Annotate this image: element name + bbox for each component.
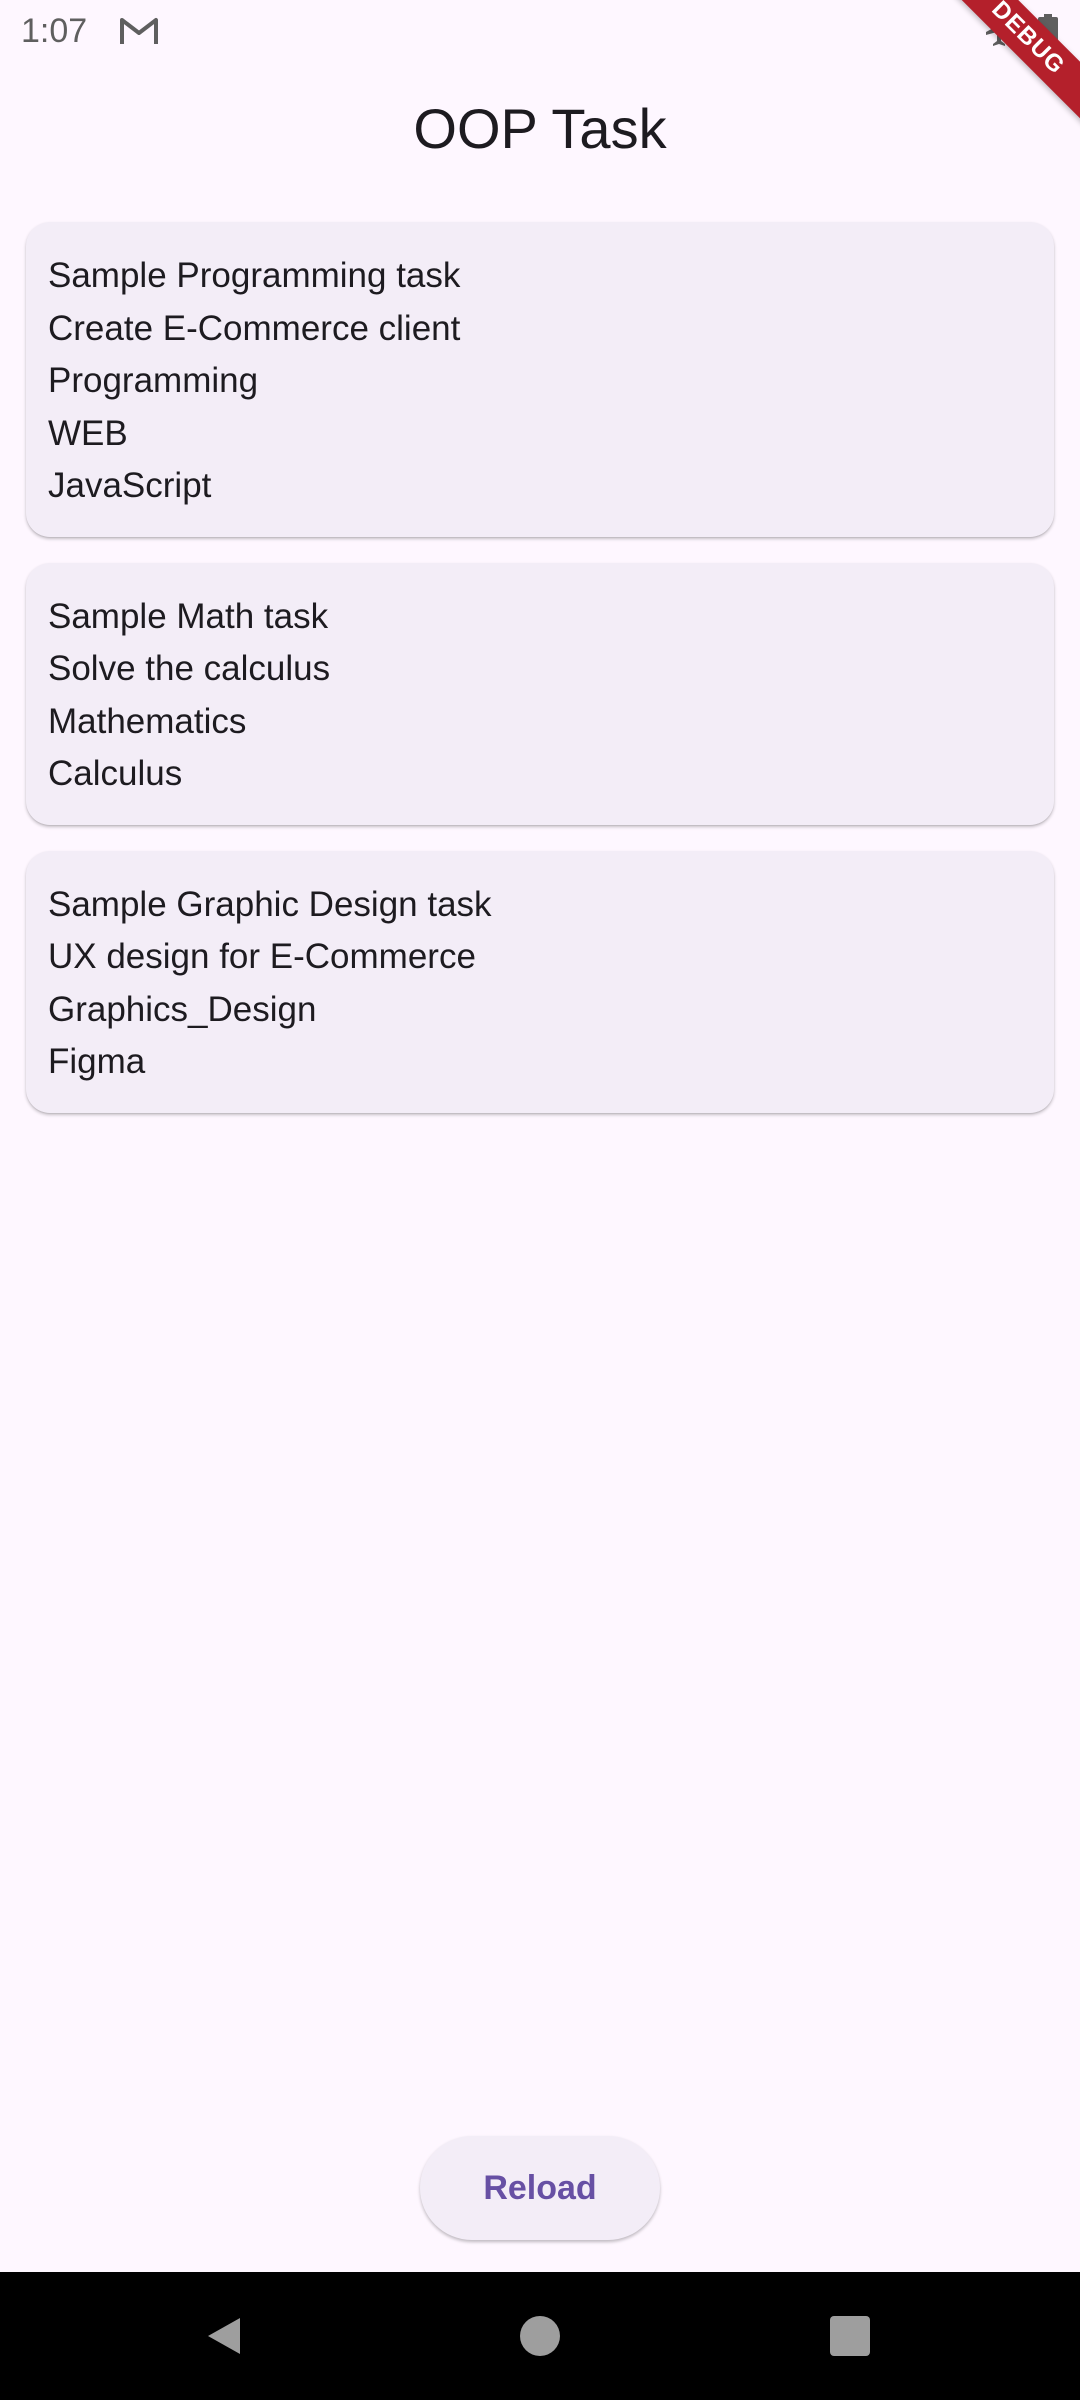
task-card[interactable]: Sample Programming task Create E-Commerc… [26, 222, 1054, 537]
back-icon[interactable] [202, 2314, 246, 2358]
navigation-bar [0, 2272, 1080, 2400]
task-category: Mathematics [48, 701, 247, 741]
task-category: Programming [48, 361, 259, 400]
task-category: Graphics_Design [48, 989, 317, 1029]
task-subcategory: Calculus [48, 754, 183, 793]
task-description: Solve the calculus [48, 649, 331, 688]
status-bar: 1:07 [0, 0, 1080, 62]
home-icon[interactable] [520, 2316, 560, 2356]
task-title: Sample Programming task [48, 256, 461, 295]
task-card[interactable]: Sample Graphic Design task UX design for… [26, 850, 1054, 1113]
status-time: 1:07 [21, 12, 88, 50]
task-title: Sample Graphic Design task [48, 884, 492, 924]
recents-icon[interactable] [830, 2316, 870, 2356]
page-title: OOP Task [413, 97, 667, 160]
gmail-icon [120, 18, 158, 44]
task-description: UX design for E-Commerce [48, 937, 476, 976]
task-title: Sample Math task [48, 596, 329, 636]
task-description: Create E-Commerce client [48, 308, 461, 348]
task-list: Sample Programming task Create E-Commerc… [26, 222, 1054, 1139]
task-subcategory: WEB [48, 413, 128, 453]
task-subcategory: Figma [48, 1042, 146, 1081]
task-card[interactable]: Sample Math task Solve the calculus Math… [26, 562, 1054, 825]
reload-button[interactable]: Reload [420, 2136, 660, 2240]
task-tool: JavaScript [48, 466, 212, 505]
